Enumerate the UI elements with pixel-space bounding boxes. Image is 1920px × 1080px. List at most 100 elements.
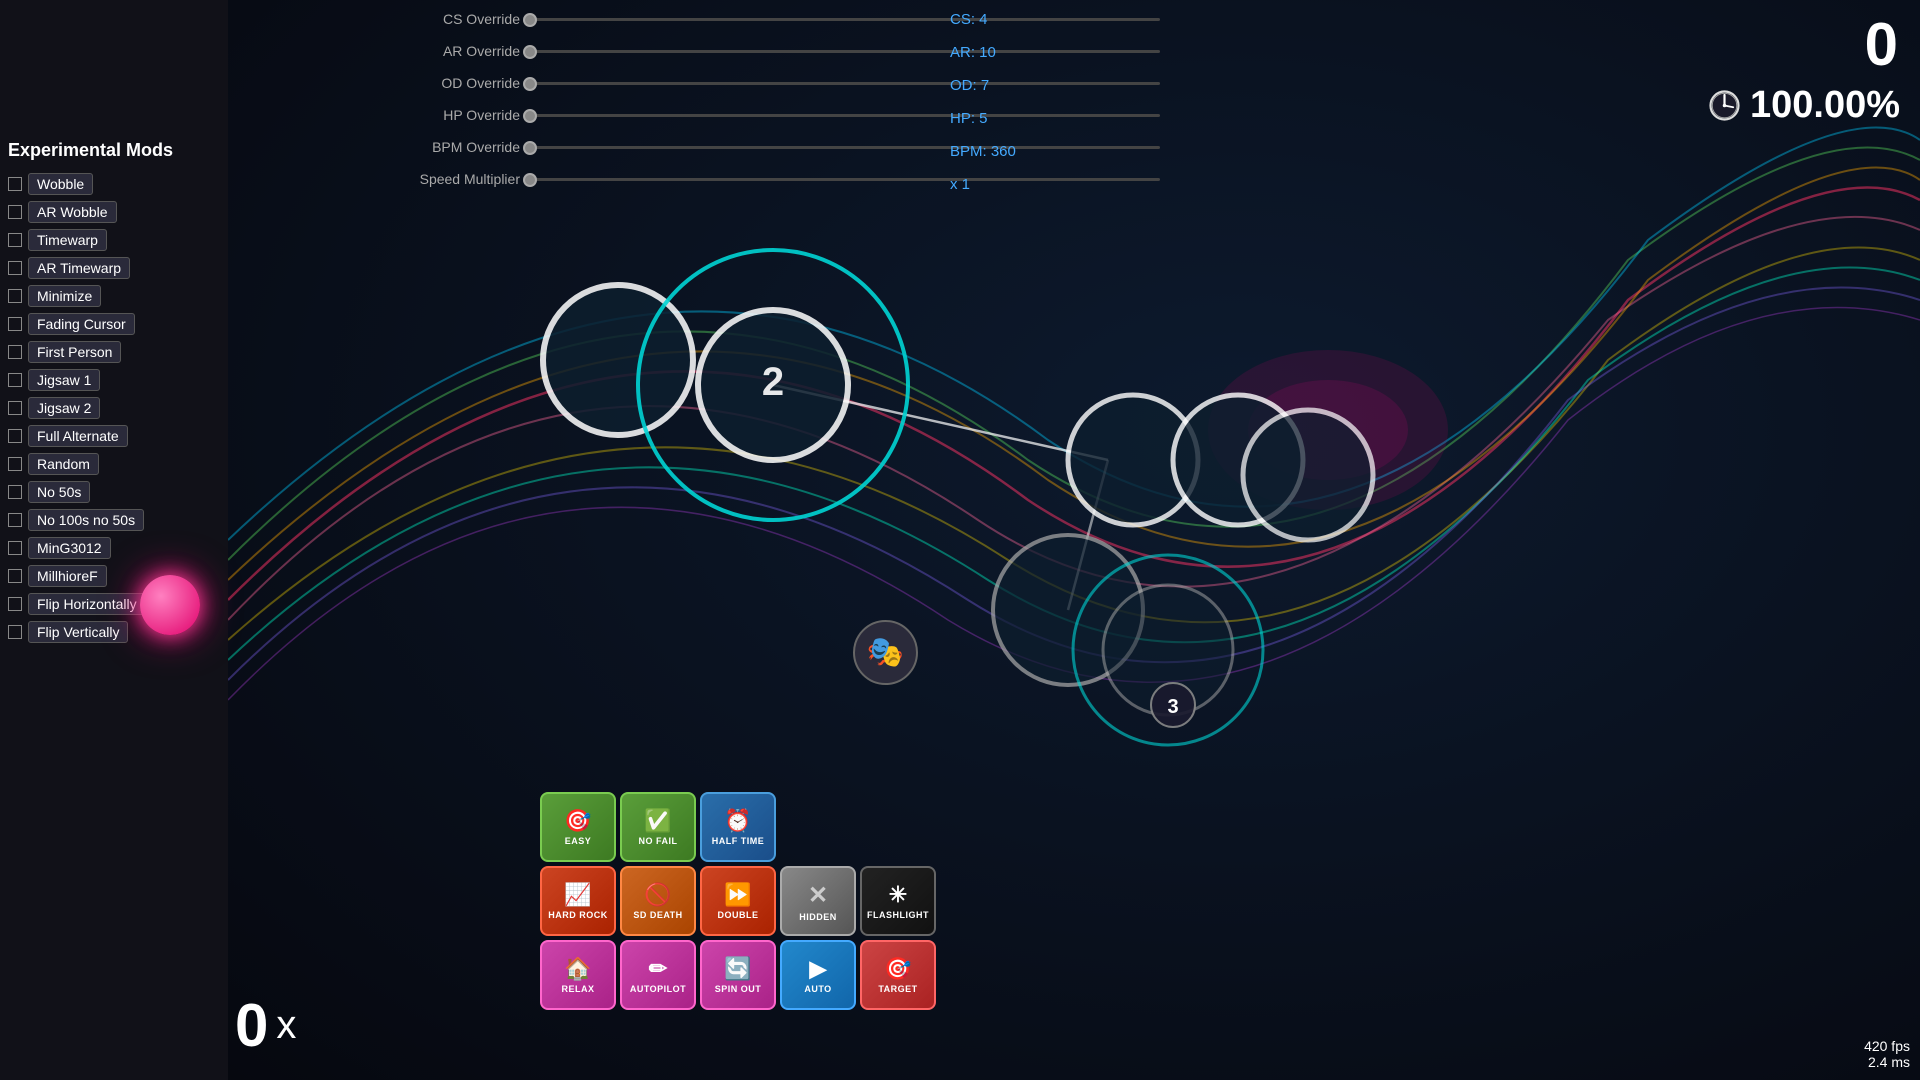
mod-item-jigsaw-1[interactable]: Jigsaw 1: [8, 369, 220, 391]
relax-mod-button[interactable]: 🏠 RELAX: [540, 940, 616, 1010]
mod-item-random[interactable]: Random: [8, 453, 220, 475]
hidden-mod-icon: ✕: [808, 881, 828, 910]
mod-checkbox-ming3012[interactable]: [8, 541, 22, 555]
accuracy-area: 100.00%: [1707, 84, 1900, 127]
mod-label-ming3012: MinG3012: [28, 537, 111, 559]
mod-checkbox-flip-vertically[interactable]: [8, 625, 22, 639]
cs-override-handle[interactable]: [523, 13, 537, 27]
flashlight-mod-button[interactable]: ✳ FLASHLIGHT: [860, 866, 936, 936]
mod-label-fading-cursor: Fading Cursor: [28, 313, 135, 335]
mod-checkbox-minimize[interactable]: [8, 289, 22, 303]
od-override-track[interactable]: [530, 82, 1160, 85]
mod-label-ar-wobble: AR Wobble: [28, 201, 117, 223]
combo-number: 0: [235, 991, 268, 1060]
hp-override-row: HP Override: [380, 101, 1160, 129]
cs-value: CS: 4: [950, 5, 1016, 33]
double-mod-button[interactable]: ⏩ DOUBLE: [700, 866, 776, 936]
speed-multiplier-track[interactable]: [530, 178, 1160, 181]
combo-x-symbol: x: [276, 1003, 296, 1048]
halftime-mod-icon: ⏰: [724, 808, 751, 834]
speed-multiplier-value: x 1: [950, 170, 1016, 198]
mod-row-3: 🏠 RELAX ✏ AUTOPILOT 🔄 SPIN OUT ▶ AUTO 🎯 …: [540, 940, 936, 1010]
mod-buttons-area: 🎯 EASY ✅ NO FAIL ⏰ HALF TIME 📈 HARD ROCK…: [540, 792, 936, 1010]
mod-item-minimize[interactable]: Minimize: [8, 285, 220, 307]
mod-item-fading-cursor[interactable]: Fading Cursor: [8, 313, 220, 335]
mod-checkbox-no-50s[interactable]: [8, 485, 22, 499]
mod-checkbox-first-person[interactable]: [8, 345, 22, 359]
mod-checkbox-fading-cursor[interactable]: [8, 317, 22, 331]
sliders-area: CS Override AR Override OD Override HP O…: [380, 5, 1160, 197]
ar-override-handle[interactable]: [523, 45, 537, 59]
ms-value: 2.4 ms: [1864, 1054, 1910, 1070]
fps-counter: 420 fps 2.4 ms: [1864, 1038, 1910, 1070]
combo-area: 0 x: [235, 991, 296, 1060]
bpm-value: BPM: 360: [950, 137, 1016, 165]
spinout-mod-icon: 🔄: [724, 956, 751, 982]
mod-checkbox-timewarp[interactable]: [8, 233, 22, 247]
mod-item-no-100s-no-50s[interactable]: No 100s no 50s: [8, 509, 220, 531]
mod-checkbox-no-100s-no-50s[interactable]: [8, 513, 22, 527]
nofail-mod-button[interactable]: ✅ NO FAIL: [620, 792, 696, 862]
mod-item-ar-timewarp[interactable]: AR Timewarp: [8, 257, 220, 279]
left-panel: Experimental Mods Wobble AR Wobble Timew…: [0, 0, 228, 1080]
auto-mod-icon: ▶: [810, 956, 827, 982]
mod-checkbox-ar-timewarp[interactable]: [8, 261, 22, 275]
double-mod-label: DOUBLE: [718, 910, 759, 920]
flashlight-mod-label: FLASHLIGHT: [867, 910, 929, 920]
mod-item-wobble[interactable]: Wobble: [8, 173, 220, 195]
easy-mod-button[interactable]: 🎯 EASY: [540, 792, 616, 862]
mod-checkbox-ar-wobble[interactable]: [8, 205, 22, 219]
easy-mod-icon: 🎯: [564, 808, 591, 834]
mod-item-timewarp[interactable]: Timewarp: [8, 229, 220, 251]
halftime-mod-label: HALF TIME: [712, 836, 765, 846]
mod-item-full-alternate[interactable]: Full Alternate: [8, 425, 220, 447]
mod-checkbox-millhioref[interactable]: [8, 569, 22, 583]
easy-mod-label: EASY: [565, 836, 592, 846]
speed-multiplier-handle[interactable]: [523, 173, 537, 187]
nofail-mod-label: NO FAIL: [639, 836, 678, 846]
clock-icon: [1707, 88, 1742, 123]
mod-item-jigsaw-2[interactable]: Jigsaw 2: [8, 397, 220, 419]
bpm-override-track[interactable]: [530, 146, 1160, 149]
villain-icon: 🎭: [853, 620, 918, 685]
ar-override-track[interactable]: [530, 50, 1160, 53]
mod-label-no-50s: No 50s: [28, 481, 90, 503]
halftime-mod-button[interactable]: ⏰ HALF TIME: [700, 792, 776, 862]
relax-mod-icon: 🏠: [564, 956, 591, 982]
mod-item-ar-wobble[interactable]: AR Wobble: [8, 201, 220, 223]
auto-mod-button[interactable]: ▶ AUTO: [780, 940, 856, 1010]
mod-checkbox-flip-horizontally[interactable]: [8, 597, 22, 611]
mod-checkbox-wobble[interactable]: [8, 177, 22, 191]
mod-label-full-alternate: Full Alternate: [28, 425, 128, 447]
mod-checkbox-full-alternate[interactable]: [8, 429, 22, 443]
bpm-override-row: BPM Override: [380, 133, 1160, 161]
bpm-override-label: BPM Override: [380, 139, 520, 155]
hp-override-handle[interactable]: [523, 109, 537, 123]
target-mod-button[interactable]: 🎯 TARGET: [860, 940, 936, 1010]
cs-override-track[interactable]: [530, 18, 1160, 21]
ar-value: AR: 10: [950, 38, 1016, 66]
mod-checkbox-jigsaw-2[interactable]: [8, 401, 22, 415]
spinout-mod-button[interactable]: 🔄 SPIN OUT: [700, 940, 776, 1010]
mod-item-ming3012[interactable]: MinG3012: [8, 537, 220, 559]
hp-override-track[interactable]: [530, 114, 1160, 117]
suddendeath-mod-button[interactable]: 🚫 SD DEATH: [620, 866, 696, 936]
bpm-override-handle[interactable]: [523, 141, 537, 155]
ar-override-row: AR Override: [380, 37, 1160, 65]
hidden-mod-button[interactable]: ✕ HIDDEN: [780, 866, 856, 936]
score-display: 0: [1707, 10, 1900, 79]
mod-item-no-50s[interactable]: No 50s: [8, 481, 220, 503]
od-override-label: OD Override: [380, 75, 520, 91]
mod-label-random: Random: [28, 453, 99, 475]
mod-label-no-100s-no-50s: No 100s no 50s: [28, 509, 144, 531]
mod-item-first-person[interactable]: First Person: [8, 341, 220, 363]
score-area: 0 100.00%: [1707, 10, 1900, 127]
hardrock-mod-button[interactable]: 📈 HARD ROCK: [540, 866, 616, 936]
mod-checkbox-random[interactable]: [8, 457, 22, 471]
od-override-handle[interactable]: [523, 77, 537, 91]
speed-multiplier-label: Speed Multiplier: [380, 171, 520, 187]
flashlight-mod-icon: ✳: [889, 882, 907, 908]
mod-checkbox-jigsaw-1[interactable]: [8, 373, 22, 387]
autopilot-mod-button[interactable]: ✏ AUTOPILOT: [620, 940, 696, 1010]
hardrock-mod-label: HARD ROCK: [548, 910, 608, 920]
